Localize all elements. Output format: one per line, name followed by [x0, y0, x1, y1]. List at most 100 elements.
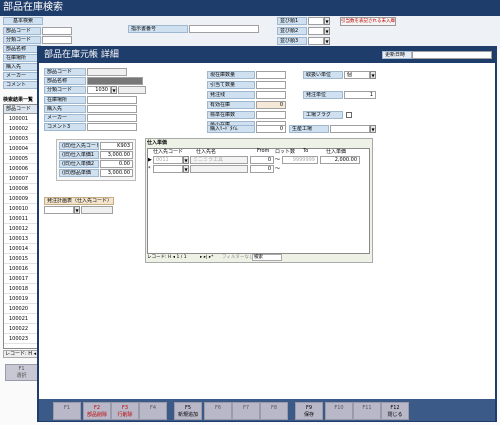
list-item[interactable]: 100023 — [4, 334, 39, 344]
location-input[interactable] — [87, 96, 137, 104]
list-item[interactable]: 100015 — [4, 254, 39, 264]
list-item[interactable]: 100011 — [4, 214, 39, 224]
bg-sort-input-1[interactable] — [308, 27, 324, 35]
price-cell[interactable]: 2,000.00 — [320, 156, 360, 164]
list-item[interactable]: 100021 — [4, 314, 39, 324]
lead-time-input[interactable]: 0 — [256, 125, 286, 133]
list-item[interactable]: 100008 — [4, 184, 39, 194]
comment-input[interactable] — [87, 123, 137, 131]
list-item[interactable]: 100007 — [4, 174, 39, 184]
new-from-cell[interactable]: 0 — [250, 165, 274, 173]
col-to: To — [303, 148, 309, 154]
to-cell[interactable]: 9999999 — [282, 156, 318, 164]
add-new-button[interactable]: F5 新規追加 — [174, 402, 202, 420]
list-item[interactable]: 100004 — [4, 144, 39, 154]
list-item[interactable]: 100017 — [4, 274, 39, 284]
standard-stock-input[interactable] — [256, 111, 286, 119]
bg-sort-input-0[interactable] — [308, 17, 324, 25]
f11-button[interactable]: F11 — [353, 402, 381, 420]
bg-field-0-input[interactable] — [42, 27, 72, 35]
delete-part-button[interactable]: F2 部品削除 — [83, 402, 111, 420]
bg-field-1-input[interactable] — [42, 36, 72, 44]
unit-label: 取扱い単位 — [303, 71, 343, 79]
order-plan-input[interactable] — [44, 206, 74, 214]
list-item[interactable]: 100019 — [4, 294, 39, 304]
supplier-filter[interactable]: フィルターなし — [222, 254, 253, 261]
close-button[interactable]: F12 閉じる — [381, 402, 409, 420]
bg-sort-label-2: 並び順3 — [277, 37, 307, 45]
list-item[interactable]: 100022 — [4, 324, 39, 334]
col-lot: ロット数 — [275, 149, 296, 155]
class-code-dropdown[interactable]: ▼ — [111, 86, 117, 94]
list-item[interactable]: 100018 — [4, 284, 39, 294]
list-item[interactable]: 100020 — [4, 304, 39, 314]
save-button[interactable]: F9 保存 — [295, 402, 323, 420]
list-item[interactable]: 100002 — [4, 124, 39, 134]
f7-button[interactable]: F7 — [232, 402, 260, 420]
bg-field-0: 部品コード — [3, 27, 41, 35]
supplier-code-cell[interactable]: 0011 — [153, 156, 183, 164]
bg-sort-dropdown-0[interactable]: ▼ — [324, 17, 330, 25]
new-supplier-code-dropdown[interactable]: ▼ — [183, 165, 189, 173]
bg-sort-input-2[interactable] — [308, 37, 324, 45]
factory-flag-checkbox[interactable] — [346, 112, 352, 118]
new-supplier-code-cell[interactable] — [153, 165, 183, 173]
part-code-input[interactable] — [87, 68, 127, 76]
order-unit-input[interactable]: 1 — [344, 91, 376, 99]
new-row-icon[interactable]: * — [148, 165, 151, 173]
list-item[interactable]: 100014 — [4, 244, 39, 254]
unit-dropdown[interactable]: ▼ — [370, 71, 376, 79]
f10-key: F10 — [334, 405, 344, 411]
list-item[interactable]: 100010 — [4, 204, 39, 214]
maker-label: メーカー — [44, 114, 86, 122]
bg-sort-dropdown-1[interactable]: ▼ — [324, 27, 330, 35]
list-item[interactable]: 100016 — [4, 264, 39, 274]
old-part-price-value: 3,000.00 — [100, 169, 133, 177]
list-item[interactable]: 100013 — [4, 234, 39, 244]
list-item[interactable]: 100005 — [4, 154, 39, 164]
list-item[interactable]: 100006 — [4, 164, 39, 174]
lead-time-label: 購入ﾘｰﾄﾞﾀｲﾑ — [207, 125, 255, 133]
unit-input[interactable]: 個 — [344, 71, 370, 79]
bg-record-nav[interactable]: レコード: H ◂ — [3, 350, 40, 358]
supplier-nav-icons[interactable]: ▸ ▸| ▸* — [200, 254, 213, 261]
bg-f1-sub: 選択 — [16, 373, 27, 379]
supplier-search[interactable]: 検索 — [252, 254, 282, 261]
bg-sort-label-1: 並び順2 — [277, 27, 307, 35]
f5-key: F5 — [184, 405, 192, 411]
bg-f1-button[interactable]: F1 選択 — [5, 364, 38, 381]
f1-button[interactable]: F1 — [53, 402, 81, 420]
bg-sort-dropdown-2[interactable]: ▼ — [324, 37, 330, 45]
delete-row-button[interactable]: F3 行削除 — [111, 402, 139, 420]
f3-key: F3 — [121, 405, 129, 411]
f4-key: F4 — [149, 405, 157, 411]
row-selector-icon[interactable]: ▶ — [148, 156, 152, 164]
old-price1-label: (旧)仕入単価1 — [59, 151, 99, 159]
available-stock-input: 0 — [256, 101, 286, 109]
supplier-record-nav[interactable]: レコード: H ◂ 1 / 1 — [147, 254, 202, 261]
factory-input[interactable] — [330, 125, 370, 133]
f4-button[interactable]: F4 — [139, 402, 167, 420]
stock-qty-label: 現在庫数量 — [207, 71, 255, 79]
bg-order-code-input[interactable] — [189, 25, 259, 33]
bg-title: 部品在庫検索 — [3, 2, 63, 13]
comment-label: コメント3 — [44, 123, 86, 131]
location-label: 在庫場所 — [44, 96, 86, 104]
f8-button[interactable]: F8 — [260, 402, 288, 420]
f10-button[interactable]: F10 — [325, 402, 353, 420]
list-item[interactable]: 100003 — [4, 134, 39, 144]
class-code-input[interactable]: 1030 — [87, 86, 111, 94]
list-item[interactable]: 100001 — [4, 114, 39, 124]
maker-input[interactable] — [87, 114, 137, 122]
vendor-input[interactable] — [87, 105, 137, 113]
order-plan-dropdown[interactable]: ▼ — [74, 206, 80, 214]
bg-update-button[interactable]: 引当数を表記される未入庫情 更新 — [340, 17, 396, 26]
supplier-code-dropdown[interactable]: ▼ — [183, 156, 189, 164]
allocated-qty-input — [256, 81, 286, 89]
list-item[interactable]: 100009 — [4, 194, 39, 204]
f6-button[interactable]: F6 — [204, 402, 232, 420]
list-item[interactable]: 100012 — [4, 224, 39, 234]
factory-dropdown[interactable]: ▼ — [370, 125, 376, 133]
part-name-input[interactable] — [87, 77, 143, 85]
from-cell[interactable]: 0 — [250, 156, 274, 164]
